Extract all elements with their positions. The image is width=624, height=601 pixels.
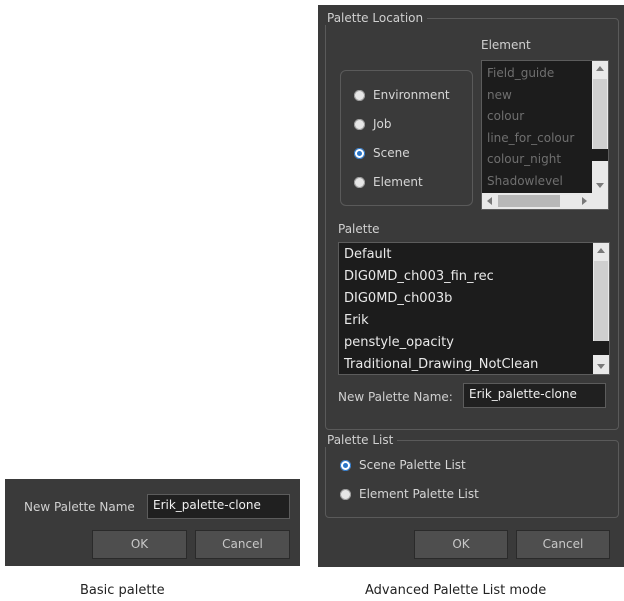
palette-item[interactable]: DIG0MD_ch003b xyxy=(339,288,593,310)
advanced-palette-dialog: Palette Location Element Environment Job… xyxy=(318,5,624,567)
radio-scene-palette-list-indicator[interactable] xyxy=(340,459,351,471)
palette-location-title: Palette Location xyxy=(323,11,428,25)
scroll-thumb[interactable] xyxy=(594,261,608,341)
radio-scene-label: Scene xyxy=(373,146,410,160)
palette-item[interactable]: Traditional_Drawing_NotClean xyxy=(339,354,593,374)
scroll-up-icon[interactable] xyxy=(597,248,605,253)
scroll-left-icon[interactable] xyxy=(487,197,492,205)
radio-scene-indicator[interactable] xyxy=(354,147,365,159)
palette-item[interactable]: DIG0MD_ch003_fin_rec xyxy=(339,266,593,288)
cancel-button[interactable]: Cancel xyxy=(516,530,610,559)
basic-palette-dialog: New Palette Name Erik_palette-clone OK C… xyxy=(5,479,300,566)
palette-list-title: Palette List xyxy=(323,433,398,447)
palette-list[interactable]: Default DIG0MD_ch003_fin_rec DIG0MD_ch00… xyxy=(338,242,610,375)
new-palette-name-label: New Palette Name xyxy=(24,500,135,514)
basic-palette-caption: Basic palette xyxy=(80,583,165,598)
element-item[interactable]: new xyxy=(482,85,592,107)
new-palette-name-field[interactable]: Erik_palette-clone xyxy=(147,494,290,519)
palette-item[interactable]: Erik xyxy=(339,310,593,332)
radio-environment[interactable]: Environment xyxy=(354,88,450,102)
advanced-palette-caption: Advanced Palette List mode xyxy=(365,583,547,598)
element-list[interactable]: Field_guide new colour line_for_colour c… xyxy=(481,60,609,210)
scroll-track xyxy=(592,149,608,161)
radio-job-label: Job xyxy=(373,117,392,131)
ok-button[interactable]: OK xyxy=(414,530,508,559)
element-item[interactable]: colour xyxy=(482,106,592,128)
element-header: Element xyxy=(481,38,531,52)
radio-element-indicator[interactable] xyxy=(354,176,365,188)
radio-scene[interactable]: Scene xyxy=(354,146,410,160)
radio-job[interactable]: Job xyxy=(354,117,392,131)
radio-element-label: Element xyxy=(373,175,423,189)
element-item[interactable]: colour_night xyxy=(482,149,592,171)
palette-header: Palette xyxy=(338,222,380,236)
palette-item[interactable]: penstyle_opacity xyxy=(339,332,593,354)
element-item[interactable]: Field_guide xyxy=(482,63,592,85)
radio-job-indicator[interactable] xyxy=(354,118,365,130)
cancel-button[interactable]: Cancel xyxy=(195,530,290,559)
palette-list-group xyxy=(325,440,619,518)
scroll-down-icon[interactable] xyxy=(596,183,604,188)
element-item[interactable]: Shadowlevel xyxy=(482,171,592,193)
scroll-right-icon[interactable] xyxy=(582,197,587,205)
palette-list-vscrollbar[interactable] xyxy=(593,243,609,374)
radio-scene-palette-list[interactable]: Scene Palette List xyxy=(340,458,466,472)
element-list-items: Field_guide new colour line_for_colour c… xyxy=(482,63,592,192)
radio-element-palette-list-indicator[interactable] xyxy=(340,488,351,500)
radio-element[interactable]: Element xyxy=(354,175,423,189)
element-list-vscrollbar[interactable] xyxy=(592,61,608,193)
scroll-down-icon[interactable] xyxy=(597,364,605,369)
hscroll-thumb[interactable] xyxy=(498,195,560,207)
scroll-up-icon[interactable] xyxy=(596,66,604,71)
radio-element-palette-list[interactable]: Element Palette List xyxy=(340,487,479,501)
radio-scene-palette-list-label: Scene Palette List xyxy=(359,458,466,472)
scroll-track xyxy=(593,341,609,355)
palette-list-items: Default DIG0MD_ch003_fin_rec DIG0MD_ch00… xyxy=(339,244,593,374)
ok-button[interactable]: OK xyxy=(92,530,187,559)
element-list-hscrollbar[interactable] xyxy=(482,193,608,209)
radio-environment-indicator[interactable] xyxy=(354,89,365,101)
radio-element-palette-list-label: Element Palette List xyxy=(359,487,479,501)
new-palette-name-label: New Palette Name: xyxy=(338,390,453,404)
new-palette-name-field[interactable]: Erik_palette-clone xyxy=(463,383,606,408)
scroll-thumb[interactable] xyxy=(593,79,607,149)
radio-environment-label: Environment xyxy=(373,88,450,102)
element-item[interactable]: line_for_colour xyxy=(482,128,592,150)
palette-item[interactable]: Default xyxy=(339,244,593,266)
